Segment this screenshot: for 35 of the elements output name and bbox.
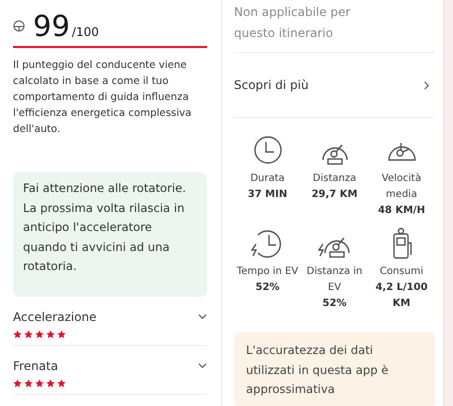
score-value: 99 [33,10,70,42]
stat-value: 52% [322,297,346,311]
stat-value: 48 KM/H [378,204,426,218]
stat-value: 37 MIN [248,188,288,202]
stat-value: 4,2 L/100 KM [374,281,429,311]
chevron-icon[interactable] [198,312,207,321]
stat-label: Consumi [380,265,424,279]
steering-wheel-icon [13,20,25,32]
star-icon [35,330,44,338]
stat-value: 29,7 KM [312,188,358,202]
star-icon [46,378,55,388]
star-icon [13,378,22,388]
rating-label: Accelerazione [13,310,97,324]
stat-label: Tempo in EV [236,265,298,279]
rating-label: Frenata [13,358,58,372]
stat-label: Velocità media [380,172,422,202]
chevron-icon[interactable] [198,361,207,370]
star-icon [57,378,66,388]
score-description: Il punteggio del conducente viene calcolato in base a come il tuo comportamento di guida influenza l'efficienza energetica complessiva dell'auto. [13,59,192,137]
stat-label: Distanza in EV [306,265,364,295]
star-icon [13,330,22,338]
star-icon [24,330,33,338]
star-icon [35,378,44,388]
star-icon [46,330,55,338]
star-icon [57,330,66,338]
stat-label: Distanza [312,172,356,186]
tip-text: Fai attenzione alle rotatorie. La prossima volta rilascia in anticipo l'acceleratore quando ti avvicini ad una rotatoria. [13,172,207,296]
stat-value: 52% [256,281,280,295]
star-icon [24,378,33,388]
chevron-icon[interactable] [422,80,431,90]
learn-more-link[interactable]: Scopri di più [234,53,435,118]
not-applicable-text: Non applicabile per questo itinerario [234,0,435,53]
stat-label: Durata [250,172,285,186]
notice-text: L'accuratezza dei dati utilizzati in questa app è approssimativa [234,332,435,406]
score-max: /100 [72,24,99,41]
